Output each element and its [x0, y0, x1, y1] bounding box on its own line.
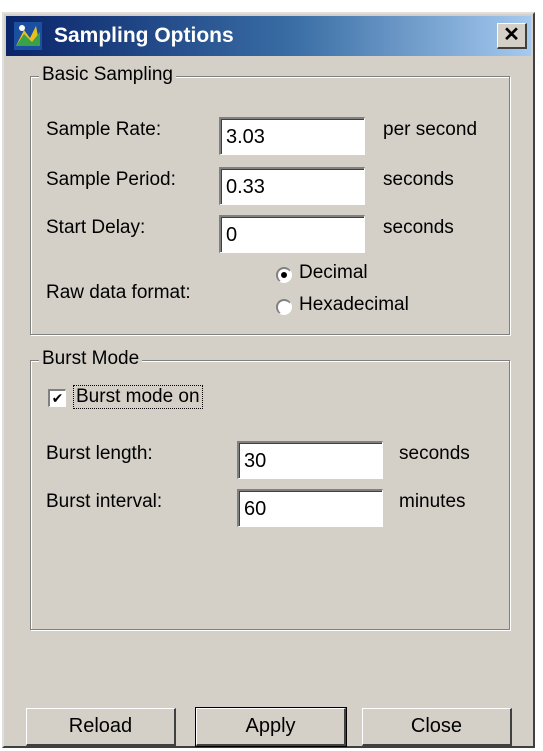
burst-interval-unit: minutes: [399, 491, 466, 512]
burst-mode-legend: Burst Mode: [39, 348, 143, 370]
window-title: Sampling Options: [54, 24, 234, 47]
hexadecimal-radio-label[interactable]: Hexadecimal: [299, 294, 409, 316]
burst-mode-group: Burst Mode ✔ Burst mode on Burst length:…: [30, 348, 510, 630]
sample-period-label: Sample Period:: [46, 169, 176, 190]
reload-button[interactable]: Reload: [26, 708, 176, 746]
close-icon[interactable]: ✕: [497, 23, 527, 49]
raw-data-format-label: Raw data format:: [46, 282, 191, 303]
sampling-options-dialog: Sampling Options ✕ Basic Sampling Sample…: [2, 12, 535, 748]
sample-rate-input[interactable]: 3.03: [219, 117, 365, 155]
sample-rate-label: Sample Rate:: [46, 119, 162, 140]
burst-length-input[interactable]: 30: [237, 441, 383, 479]
check-icon: ✔: [51, 390, 64, 406]
apply-button[interactable]: Apply: [195, 707, 347, 747]
burst-interval-label: Burst interval:: [46, 491, 163, 512]
sample-period-unit: seconds: [383, 169, 454, 190]
burst-length-label: Burst length:: [46, 443, 153, 464]
burst-mode-checkbox-label[interactable]: Burst mode on: [73, 385, 203, 409]
start-delay-unit: seconds: [383, 217, 454, 238]
close-button[interactable]: Close: [362, 708, 512, 746]
radio-selected-dot: [281, 272, 287, 278]
burst-mode-checkbox[interactable]: ✔: [48, 389, 66, 407]
title-bar[interactable]: Sampling Options ✕: [6, 16, 531, 56]
burst-interval-input[interactable]: 60: [237, 489, 383, 527]
sample-period-input[interactable]: 0.33: [219, 167, 365, 205]
start-delay-label: Start Delay:: [46, 217, 146, 238]
basic-sampling-group: Basic Sampling Sample Rate: 3.03 per sec…: [30, 64, 510, 335]
burst-length-unit: seconds: [399, 443, 470, 464]
app-icon: [14, 22, 42, 50]
sample-rate-unit: per second: [383, 119, 478, 140]
hexadecimal-radio[interactable]: [276, 299, 292, 315]
start-delay-input[interactable]: 0: [219, 215, 365, 253]
decimal-radio[interactable]: [276, 267, 292, 283]
basic-sampling-legend: Basic Sampling: [39, 64, 176, 86]
decimal-radio-label[interactable]: Decimal: [299, 262, 368, 284]
